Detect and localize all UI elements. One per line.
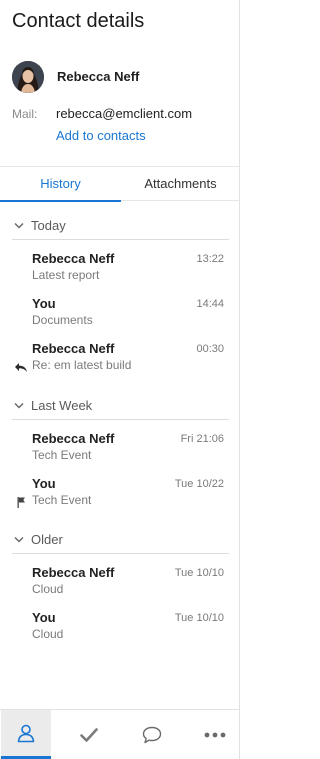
group-divider — [12, 239, 229, 240]
email-address[interactable]: rebecca@emclient.com — [56, 106, 192, 121]
bottom-nav — [0, 709, 240, 759]
chevron-down-icon — [14, 222, 24, 229]
group-label: Last Week — [31, 397, 93, 413]
add-to-contacts-link[interactable]: Add to contacts — [56, 128, 146, 143]
tab-attachments[interactable]: Attachments — [121, 167, 240, 201]
item-time: 00:30 — [196, 343, 224, 355]
item-sender: Rebecca Neff — [32, 431, 115, 446]
avatar-photo — [12, 61, 44, 93]
chevron-down-icon — [14, 536, 24, 543]
item-sender: You — [32, 296, 56, 311]
group-header-today[interactable]: Today — [14, 215, 66, 235]
item-time: 14:44 — [196, 298, 224, 310]
item-time: Fri 21:06 — [180, 433, 224, 445]
group-label: Older — [31, 531, 63, 547]
avatar — [12, 61, 44, 93]
chat-bubble-icon — [142, 726, 162, 743]
mail-label: Mail: — [12, 107, 38, 121]
item-time: 13:22 — [196, 253, 224, 265]
history-item[interactable]: Rebecca Neff Cloud Tue 10/10 — [0, 565, 240, 605]
group-label: Today — [31, 217, 66, 233]
history-item[interactable]: Rebecca Neff Latest report 13:22 — [0, 251, 240, 291]
item-subject: Tech Event — [32, 493, 92, 507]
item-time: Tue 10/10 — [174, 612, 224, 624]
nav-more-button[interactable] — [190, 710, 240, 759]
history-item[interactable]: Rebecca Neff Re: em latest build 00:30 — [0, 341, 240, 381]
checkmark-icon — [80, 727, 98, 742]
nav-tasks-button[interactable] — [64, 710, 114, 759]
contact-details-panel: Contact details Rebecca Neff Mail: rebec… — [0, 0, 240, 759]
group-header-older[interactable]: Older — [14, 529, 63, 549]
contact-name: Rebecca Neff — [57, 69, 140, 84]
item-subject: Re: em latest build — [32, 358, 132, 372]
item-subject: Cloud — [32, 582, 64, 596]
item-sender: You — [32, 610, 56, 625]
item-subject: Cloud — [32, 627, 64, 641]
more-dots-icon — [204, 732, 226, 737]
item-subject: Documents — [32, 313, 93, 327]
contact-person-icon — [17, 724, 35, 743]
item-subject: Latest report — [32, 268, 100, 282]
page-title: Contact details — [12, 10, 145, 32]
reply-icon — [14, 360, 28, 378]
history-item[interactable]: You Tech Event Tue 10/22 — [0, 476, 240, 516]
item-sender: Rebecca Neff — [32, 341, 115, 356]
group-divider — [12, 419, 229, 420]
tab-history[interactable]: History — [0, 167, 121, 202]
chevron-down-icon — [14, 402, 24, 409]
nav-contacts-button[interactable] — [1, 710, 51, 759]
history-item[interactable]: You Documents 14:44 — [0, 296, 240, 336]
item-subject: Tech Event — [32, 448, 92, 462]
group-divider — [12, 553, 229, 554]
group-header-last-week[interactable]: Last Week — [14, 395, 92, 415]
item-time: Tue 10/10 — [174, 567, 224, 579]
item-sender: Rebecca Neff — [32, 251, 115, 266]
tab-bar: History Attachments — [0, 166, 240, 202]
item-time: Tue 10/22 — [174, 478, 224, 490]
flag-icon — [17, 495, 26, 513]
nav-chat-button[interactable] — [127, 710, 177, 759]
item-sender: Rebecca Neff — [32, 565, 115, 580]
item-sender: You — [32, 476, 56, 491]
history-item[interactable]: Rebecca Neff Tech Event Fri 21:06 — [0, 431, 240, 471]
history-item[interactable]: You Cloud Tue 10/10 — [0, 610, 240, 650]
